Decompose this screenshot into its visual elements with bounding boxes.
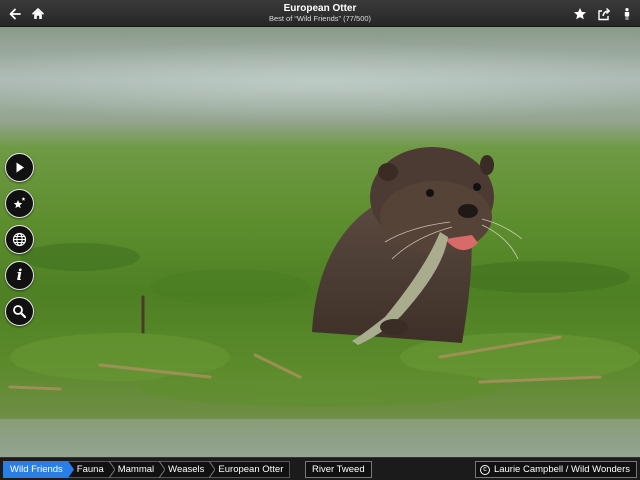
effects-button[interactable] [5,189,34,218]
photo-canvas [0,27,640,457]
share-icon [598,7,610,20]
location-tag-button[interactable]: River Tweed [305,461,372,478]
photo-credit-label: Laurie Campbell / Wild Wonders [493,464,630,475]
info-button[interactable]: i [5,261,34,290]
location-tag-label: River Tweed [312,464,365,475]
breadcrumb-separator-icon [108,461,115,478]
breadcrumb-label: Fauna [76,464,104,475]
breadcrumb-item-weasels[interactable]: Weasels [159,461,216,478]
star-icon [574,7,586,19]
back-button[interactable] [5,4,25,23]
page-title: European Otter [283,3,357,14]
person-icon [624,7,630,20]
breadcrumb-label: Weasels [168,464,205,475]
title-block: European Otter Best of “Wild Friends” (7… [160,3,480,24]
profile-button[interactable] [617,4,637,23]
breadcrumb-label: European Otter [218,464,284,475]
bottom-bar: Wild Friends Fauna Mammal Weasels Europe… [0,457,640,480]
breadcrumb-item-fauna[interactable]: Fauna [67,461,115,478]
info-icon: i [16,266,23,284]
breadcrumb-label: Mammal [117,464,155,475]
favorite-button[interactable] [570,4,590,23]
search-icon [13,305,27,319]
breadcrumb-item-wild-friends[interactable]: Wild Friends [3,461,74,478]
photo-credit-button[interactable]: c Laurie Campbell / Wild Wonders [474,461,637,478]
map-button[interactable] [5,225,34,254]
copyright-icon: c [479,464,490,475]
home-icon [31,7,45,19]
breadcrumb-separator-icon [209,461,216,478]
otter-eating-fish-photo[interactable] [0,27,640,457]
play-slideshow-button[interactable] [5,153,34,182]
share-button[interactable] [594,4,614,23]
top-bar: European Otter Best of “Wild Friends” (7… [0,0,640,27]
play-icon [16,162,24,173]
breadcrumb-label: Wild Friends [10,464,63,475]
breadcrumb: Wild Friends Fauna Mammal Weasels Europe… [3,461,291,478]
home-button[interactable] [28,4,48,23]
breadcrumb-separator-icon [159,461,166,478]
back-arrow-icon [9,8,21,19]
breadcrumb-item-mammal[interactable]: Mammal [108,461,166,478]
globe-icon [12,232,27,247]
breadcrumb-item-european-otter[interactable]: European Otter [209,461,291,478]
sparkle-stars-icon [13,197,26,209]
page-subtitle: Best of “Wild Friends” (77/500) [268,14,372,23]
breadcrumb-separator-icon [67,461,74,478]
search-button[interactable] [5,297,34,326]
